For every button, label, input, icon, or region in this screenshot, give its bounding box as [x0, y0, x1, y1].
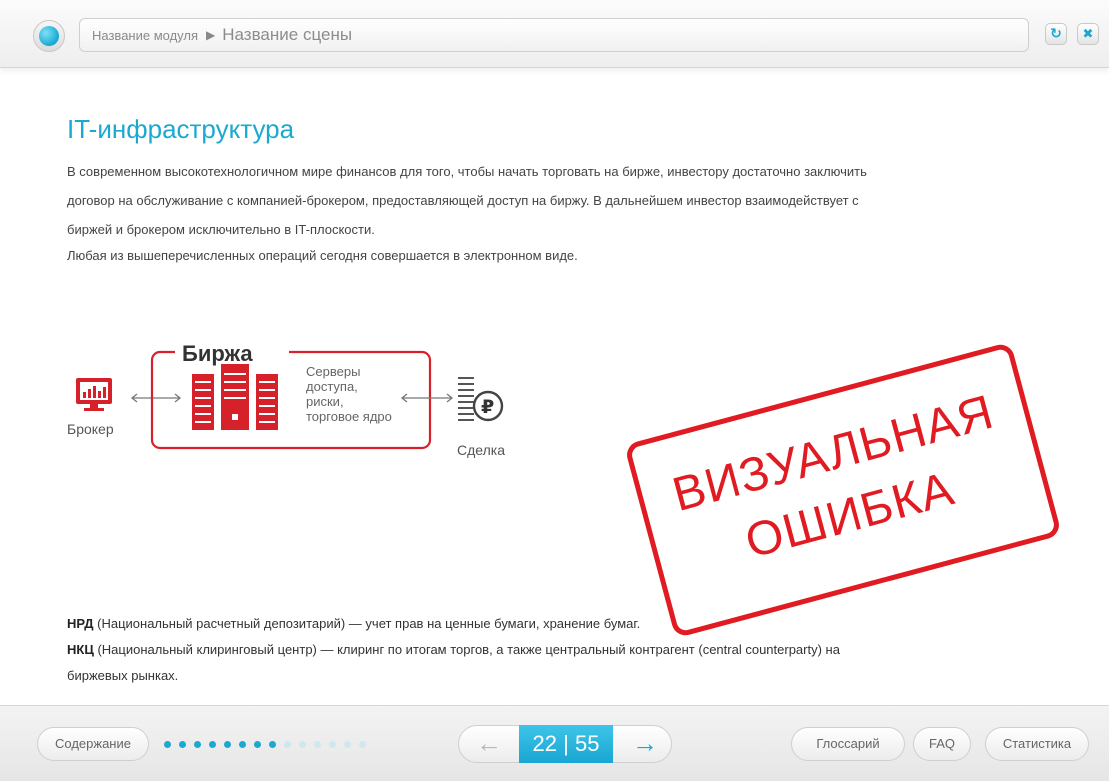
progress-dot[interactable] — [344, 741, 351, 748]
contents-button[interactable]: Содержание — [37, 727, 149, 761]
paragraph-line: Любая из вышеперечисленных операций сего… — [67, 248, 578, 263]
logo-icon — [39, 26, 59, 46]
progress-dot[interactable] — [209, 741, 216, 748]
faq-button[interactable]: FAQ — [913, 727, 971, 761]
top-bar: Название модуля ▶ Название сцены ↻ ✖ — [0, 0, 1109, 68]
page-indicator: 22 | 55 — [519, 725, 613, 763]
servers-text-line: торговое ядро — [306, 409, 392, 424]
paragraph-line: договор на обслуживание с компанией-брок… — [67, 193, 859, 208]
broker-icon — [76, 378, 112, 411]
progress-dot[interactable] — [194, 741, 201, 748]
home-button[interactable] — [33, 20, 65, 52]
exchange-diagram: Брокер Биржа Серверы доступа, риски, тор… — [67, 340, 505, 458]
servers-text-line: Серверы — [306, 364, 360, 379]
breadcrumb: Название модуля ▶ Название сцены — [79, 18, 1029, 52]
app-window: Название модуля ▶ Название сцены ↻ ✖ IT-… — [0, 0, 1109, 781]
arrow-broker-exchange — [130, 393, 182, 403]
note-nkc-text: (Национальный клиринговый центр) — клири… — [93, 642, 840, 657]
page-current: 22 — [532, 731, 558, 756]
progress-dot[interactable] — [329, 741, 336, 748]
progress-dot[interactable] — [224, 741, 231, 748]
arrow-exchange-deal — [400, 393, 454, 403]
note-nrd-text: (Национальный расчетный депозитарий) — у… — [93, 616, 641, 631]
progress-dots — [164, 741, 366, 748]
page-separator: | — [563, 731, 569, 756]
arrow-left-icon: ← — [476, 728, 502, 758]
servers-text-line: риски, — [306, 394, 344, 409]
progress-dot[interactable] — [359, 741, 366, 748]
error-stamp: ВИЗУАЛЬНАЯ ОШИБКА — [623, 341, 1063, 639]
progress-dot[interactable] — [299, 741, 306, 748]
broker-label: Брокер — [67, 421, 114, 437]
glossary-button[interactable]: Глоссарий — [791, 727, 905, 761]
breadcrumb-scene: Название сцены — [222, 25, 353, 44]
term-nrd: НРД — [67, 616, 94, 631]
coins-icon — [458, 377, 504, 422]
breadcrumb-separator-icon: ▶ — [206, 28, 216, 42]
term-nkc: НКЦ — [67, 642, 94, 657]
close-button[interactable]: ✖ — [1077, 23, 1099, 45]
progress-dot[interactable] — [254, 741, 261, 748]
note-nrd: НРД (Национальный расчетный депозитарий)… — [67, 612, 640, 636]
next-button[interactable]: → — [627, 730, 663, 758]
progress-dot[interactable] — [269, 741, 276, 748]
pager: ← 22 | 55 → — [458, 725, 672, 763]
refresh-button[interactable]: ↻ — [1045, 23, 1067, 45]
progress-dot[interactable] — [314, 741, 321, 748]
progress-dot[interactable] — [164, 741, 171, 748]
footer-bar: Содержание ← 22 | 55 → Глоссарий FAQ Ста… — [0, 705, 1109, 781]
breadcrumb-module[interactable]: Название модуля — [92, 28, 198, 43]
progress-dot[interactable] — [284, 741, 291, 748]
page-title: IT-инфраструктура — [67, 114, 295, 144]
progress-dot[interactable] — [179, 741, 186, 748]
deal-label: Сделка — [457, 442, 505, 458]
refresh-icon: ↻ — [1050, 25, 1062, 41]
note-nkc: НКЦ (Национальный клиринговый центр) — к… — [67, 638, 840, 662]
exchange-label: Биржа — [182, 341, 253, 366]
paragraph-line: биржей и брокером исключительно в IT-пло… — [67, 222, 375, 237]
progress-dot[interactable] — [239, 741, 246, 748]
prev-button[interactable]: ← — [471, 730, 507, 758]
ruble-icon: ₽ — [481, 396, 494, 418]
arrow-right-icon: → — [632, 728, 658, 758]
page-total: 55 — [574, 731, 600, 756]
close-icon: ✖ — [1082, 26, 1094, 41]
stats-button[interactable]: Статистика — [985, 727, 1089, 761]
note-nkc-continued: биржевых рынках. — [67, 668, 179, 683]
paragraph-line: В современном высокотехнологичном мире ф… — [67, 164, 867, 179]
servers-text-line: доступа, — [306, 379, 358, 394]
